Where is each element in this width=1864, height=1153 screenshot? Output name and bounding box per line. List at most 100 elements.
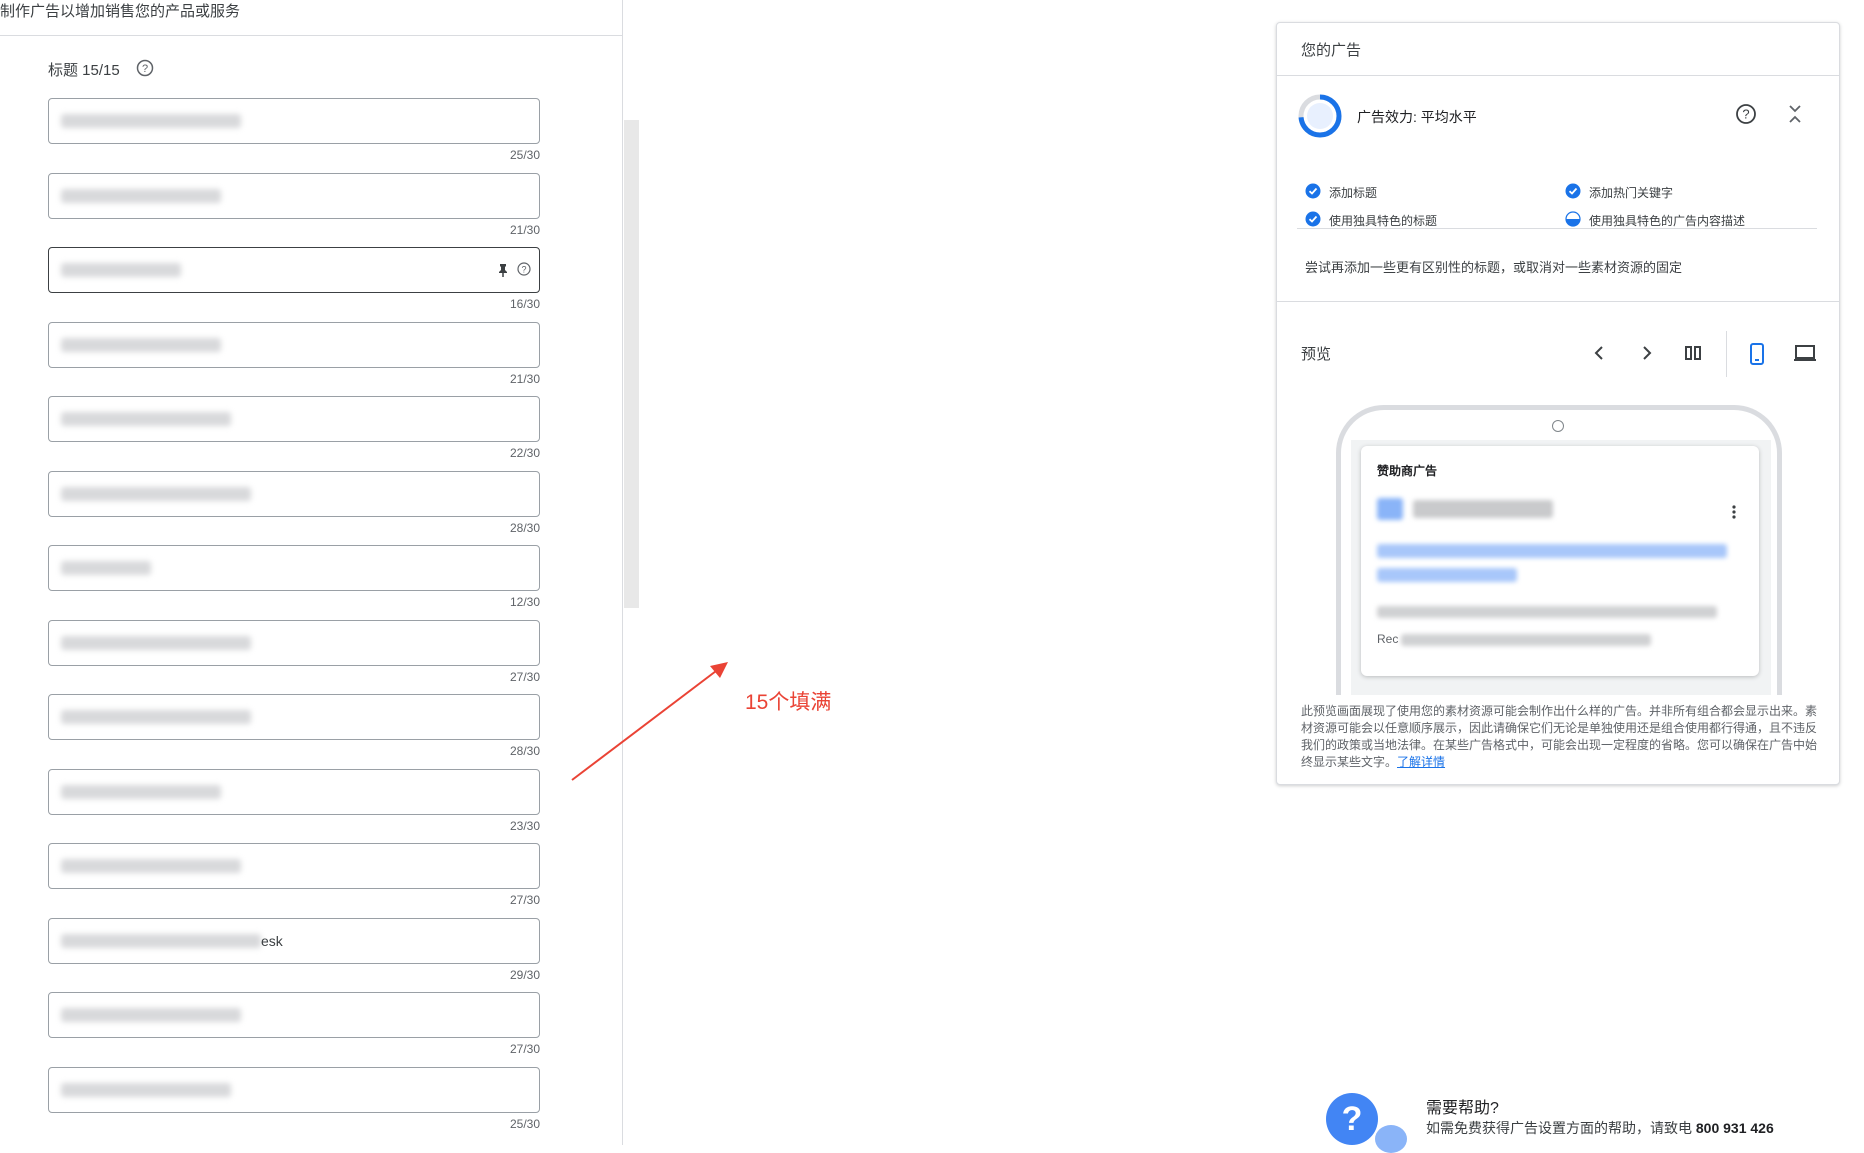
collapse-icon[interactable] bbox=[1785, 103, 1805, 130]
checklist-item: 添加标题 bbox=[1305, 183, 1377, 202]
preview-label: 预览 bbox=[1301, 346, 1332, 363]
headline-text-blurred bbox=[61, 561, 151, 575]
character-counter: 25/30 bbox=[509, 1117, 540, 1131]
suggestion-text: 尝试再添加一些更有区别性的标题，或取消对一些素材资源的固定 bbox=[1305, 260, 1683, 275]
divider bbox=[1277, 301, 1839, 302]
annotation-text: 15个填满 bbox=[745, 691, 832, 714]
checklist-item: 使用独具特色的标题 bbox=[1305, 211, 1437, 230]
headline-input[interactable] bbox=[48, 843, 540, 889]
help-contact-line: 如需免费获得广告设置方面的帮助，请致电 800 931 426 bbox=[1426, 1118, 1774, 1138]
divider bbox=[0, 35, 622, 36]
divider bbox=[1726, 331, 1727, 377]
checklist-label: 添加热门关键字 bbox=[1589, 186, 1674, 200]
character-counter: 27/30 bbox=[509, 670, 540, 684]
disclaimer-text: 此预览画面展现了使用您的素材资源可能会制作出什么样的广告。并非所有组合都会显示出… bbox=[1301, 704, 1818, 769]
character-counter: 25/30 bbox=[509, 148, 540, 162]
character-counter: 21/30 bbox=[509, 223, 540, 237]
headline-input[interactable] bbox=[48, 471, 540, 517]
headline-input[interactable] bbox=[48, 992, 540, 1038]
headline-text-blurred bbox=[61, 636, 251, 650]
chevron-left-icon[interactable] bbox=[1589, 343, 1609, 368]
headline-text-blurred bbox=[61, 487, 251, 501]
phone-screen: 赞助商广告 Rec bbox=[1351, 440, 1771, 695]
headline-text-blurred bbox=[61, 1008, 241, 1022]
card-title: 您的广告 bbox=[1301, 42, 1362, 59]
character-counter: 12/30 bbox=[509, 595, 540, 609]
headline-text-blurred bbox=[61, 1083, 231, 1097]
headline-input[interactable] bbox=[48, 620, 540, 666]
svg-text:?: ? bbox=[142, 63, 148, 75]
help-question-icon[interactable]: ? bbox=[1326, 1093, 1378, 1145]
chevron-right-icon[interactable] bbox=[1637, 343, 1657, 368]
character-counter: 29/30 bbox=[509, 968, 540, 982]
help-icon[interactable]: ? bbox=[517, 262, 531, 281]
more-options-icon[interactable] bbox=[1731, 504, 1737, 525]
ad-description-blurred bbox=[1377, 606, 1717, 618]
headline-text-blurred bbox=[61, 934, 261, 948]
headline-input[interactable] bbox=[48, 396, 540, 442]
ad-strength-ring-icon bbox=[1297, 93, 1343, 144]
character-counter: 22/30 bbox=[509, 446, 540, 460]
checklist-label: 添加标题 bbox=[1329, 186, 1378, 200]
columns-view-icon[interactable] bbox=[1683, 343, 1703, 368]
preview-disclaimer: 此预览画面展现了使用您的素材资源可能会制作出什么样的广告。并非所有组合都会显示出… bbox=[1301, 703, 1821, 771]
advertiser-name-blurred bbox=[1413, 500, 1553, 518]
chat-icon[interactable] bbox=[1375, 1125, 1407, 1153]
help-contact-text: 如需免费获得广告设置方面的帮助，请致电 bbox=[1426, 1120, 1692, 1136]
checklist-item: 使用独具特色的广告内容描述 bbox=[1565, 211, 1745, 230]
headline-text-blurred bbox=[61, 189, 221, 203]
headline-input[interactable]: esk bbox=[48, 918, 540, 964]
checklist-item: 添加热门关键字 bbox=[1565, 183, 1673, 202]
check-circle-icon bbox=[1305, 183, 1321, 202]
headline-input[interactable] bbox=[48, 322, 540, 368]
annotation-arrow bbox=[571, 662, 728, 781]
headline-input[interactable] bbox=[48, 545, 540, 591]
scrollbar[interactable] bbox=[624, 120, 639, 608]
character-counter: 23/30 bbox=[509, 819, 540, 833]
headline-text-blurred bbox=[61, 263, 181, 277]
headline-input[interactable] bbox=[48, 1067, 540, 1113]
checklist-label: 使用独具特色的广告内容描述 bbox=[1589, 214, 1746, 228]
headline-input[interactable]: ? bbox=[48, 247, 540, 293]
desktop-view-icon[interactable] bbox=[1793, 343, 1817, 368]
headline-input[interactable] bbox=[48, 98, 540, 144]
pin-icon[interactable] bbox=[497, 263, 509, 282]
help-title: 需要帮助? bbox=[1426, 1100, 1499, 1117]
ad-strength-label: 广告效力: 平均水平 bbox=[1357, 109, 1477, 125]
ad-preview-card[interactable]: 赞助商广告 Rec bbox=[1361, 446, 1759, 676]
learn-more-link[interactable]: 了解详情 bbox=[1397, 755, 1445, 769]
headline-text-blurred bbox=[61, 785, 221, 799]
phone-camera-icon bbox=[1552, 420, 1564, 432]
headline-text-blurred bbox=[61, 412, 231, 426]
checklist-label: 使用独具特色的标题 bbox=[1329, 214, 1438, 228]
advertiser-favicon bbox=[1377, 498, 1403, 520]
headline-text-blurred bbox=[61, 114, 241, 128]
svg-text:?: ? bbox=[521, 265, 526, 275]
mobile-view-icon[interactable] bbox=[1747, 343, 1767, 370]
headline-input[interactable] bbox=[48, 173, 540, 219]
half-circle-icon bbox=[1565, 211, 1581, 230]
headline-text: esk bbox=[261, 933, 283, 949]
your-ad-card: 您的广告 广告效力: 平均水平 ? 尝试再添加一些更有区别性的标题，或取消对一些… bbox=[1276, 22, 1840, 785]
character-counter: 21/30 bbox=[509, 372, 540, 386]
check-circle-icon bbox=[1305, 211, 1321, 230]
ad-description-blurred bbox=[1401, 634, 1651, 646]
headline-text-blurred bbox=[61, 859, 241, 873]
help-icon[interactable]: ? bbox=[1735, 103, 1757, 130]
help-icon[interactable]: ? bbox=[136, 59, 154, 82]
check-circle-icon bbox=[1565, 183, 1581, 202]
ad-headline-blurred[interactable] bbox=[1377, 568, 1517, 582]
character-counter: 27/30 bbox=[509, 893, 540, 907]
phone-preview-frame: 赞助商广告 Rec bbox=[1336, 405, 1782, 695]
ad-description-partial: Rec bbox=[1377, 632, 1399, 646]
headline-input[interactable] bbox=[48, 694, 540, 740]
headline-text-blurred bbox=[61, 338, 221, 352]
character-counter: 27/30 bbox=[509, 1042, 540, 1056]
page-subtitle: 制作广告以增加销售您的产品或服务 bbox=[0, 3, 241, 20]
headline-input[interactable] bbox=[48, 769, 540, 815]
character-counter: 28/30 bbox=[509, 521, 540, 535]
ad-headline-blurred[interactable] bbox=[1377, 544, 1727, 558]
svg-text:?: ? bbox=[1742, 107, 1749, 122]
character-counter: 28/30 bbox=[509, 744, 540, 758]
help-phone-number[interactable]: 800 931 426 bbox=[1696, 1120, 1774, 1136]
